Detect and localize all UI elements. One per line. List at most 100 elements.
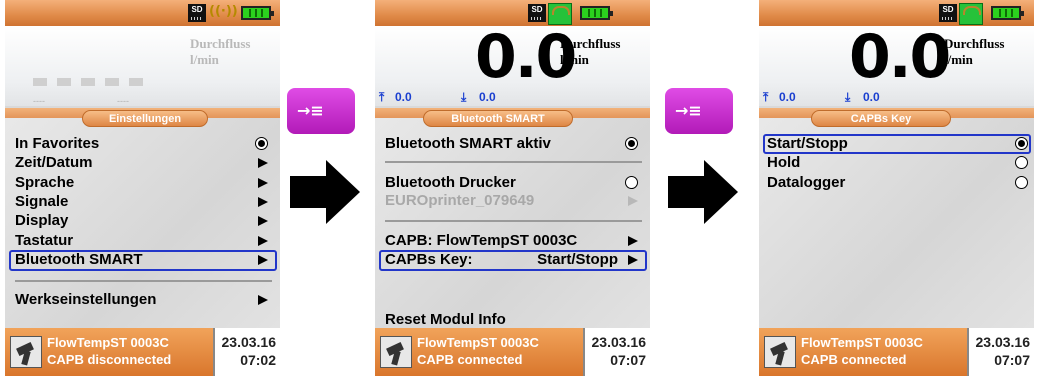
footer-bar: FlowTempST 0003C CAPB connected 23.03.16… — [759, 328, 1034, 376]
capbs-key-menu: CAPBs Key Start/Stopp Hold Datalogger — [759, 108, 1034, 328]
footer-bar: FlowTempST 0003C CAPB disconnected 23.03… — [5, 328, 280, 376]
device-probe-icon — [10, 336, 42, 368]
connection-status: CAPB disconnected — [47, 352, 172, 367]
radio-button[interactable] — [625, 137, 638, 150]
menu-item-printer-name: EUROprinter_079649 — [385, 192, 638, 211]
arrow-down-icon: ⤓ — [845, 90, 851, 104]
measurement-unit: l/min — [944, 52, 973, 67]
screen-bluetooth-smart: SD 0.0 Durchfluss l/min ⤒ 0.0 ⤓ 0.0 Blue… — [375, 0, 650, 376]
menu-item-label: In Favorites — [15, 135, 100, 152]
chevron-right-icon — [258, 178, 268, 188]
min-value: 0.0 — [863, 90, 880, 104]
enter-button[interactable]: →≡ — [287, 88, 355, 134]
radio-button[interactable] — [255, 137, 268, 150]
date: 23.03.16 — [591, 334, 647, 350]
max-value: 0.0 — [779, 90, 796, 104]
connection-status: CAPB connected — [417, 352, 523, 367]
divider — [15, 280, 272, 282]
radio-button[interactable] — [1015, 156, 1028, 169]
measurement-panel: 0.0 Durchfluss l/min ⤒ 0.0 ⤓ 0.0 — [759, 22, 1034, 106]
arrow-down-icon: ⤓ — [461, 90, 467, 104]
device-name: FlowTempST 0003C — [801, 335, 923, 350]
menu-item-signale[interactable]: Signale — [15, 193, 268, 212]
screen-settings: SD ((·)) Durchfluss l/min ---- ---- Eins… — [5, 0, 280, 376]
max-value: 0.0 — [395, 90, 412, 104]
footer-bar: FlowTempST 0003C CAPB connected 23.03.16… — [375, 328, 650, 376]
menu-title: Einstellungen — [82, 110, 208, 127]
chevron-right-icon — [258, 236, 268, 246]
chevron-right-icon — [258, 158, 268, 168]
date-time-box: 23.03.16 07:07 — [967, 328, 1034, 376]
menu-item-sprache[interactable]: Sprache — [15, 174, 268, 193]
menu-item-werkseinstellungen[interactable]: Werkseinstellungen — [15, 291, 268, 310]
divider — [385, 220, 642, 222]
bluetooth-searching-icon: ((·)) — [209, 4, 238, 19]
chevron-right-icon — [258, 295, 268, 305]
date: 23.03.16 — [221, 334, 277, 350]
chevron-right-icon — [258, 197, 268, 207]
transition-arrow-icon — [668, 160, 738, 224]
arrow-up-icon: ⤒ — [379, 90, 385, 104]
bluetooth-menu: Bluetooth SMART Bluetooth SMART aktiv Bl… — [375, 108, 650, 328]
menu-item-label: Reset Modul Info — [385, 311, 506, 328]
menu-item-label: CAPB: FlowTempST 0003C — [385, 232, 578, 249]
device-probe-icon — [380, 336, 412, 368]
time: 07:02 — [240, 352, 276, 368]
measurement-label: Durchfluss — [190, 36, 251, 51]
device-probe-icon — [764, 336, 796, 368]
menu-title: Bluetooth SMART — [423, 110, 573, 127]
menu-item-display[interactable]: Display — [15, 212, 268, 231]
measurement-panel: 0.0 Durchfluss l/min ⤒ 0.0 ⤓ 0.0 — [375, 22, 650, 106]
min-placeholder: ---- — [33, 96, 45, 106]
selection-highlight — [379, 250, 647, 271]
measurement-value: 0.0 — [849, 22, 951, 92]
arrow-up-icon: ⤒ — [763, 90, 769, 104]
max-placeholder: ---- — [117, 96, 129, 106]
time: 07:07 — [610, 352, 646, 368]
device-name: FlowTempST 0003C — [47, 335, 169, 350]
battery-icon — [580, 6, 613, 20]
screen-capbs-key: SD 0.0 Durchfluss l/min ⤒ 0.0 ⤓ 0.0 CAPB… — [759, 0, 1034, 376]
chevron-right-icon — [258, 216, 268, 226]
status-bar: SD ((·)) — [5, 0, 280, 26]
measurement-unit: l/min — [190, 52, 219, 67]
menu-item-label: Werkseinstellungen — [15, 291, 157, 308]
enter-button[interactable]: →≡ — [665, 88, 733, 134]
menu-item-capb[interactable]: CAPB: FlowTempST 0003C — [385, 232, 638, 251]
option-label: Datalogger — [767, 174, 846, 191]
transition-arrow-icon — [290, 160, 360, 224]
menu-item-in-favorites[interactable]: In Favorites — [15, 135, 268, 154]
bluetooth-connected-icon — [959, 3, 983, 25]
min-value: 0.0 — [479, 90, 496, 104]
radio-button[interactable] — [1015, 176, 1028, 189]
enter-list-icon: →≡ — [675, 101, 702, 120]
option-hold[interactable]: Hold — [767, 154, 1028, 173]
menu-item-label: Signale — [15, 193, 69, 210]
menu-item-bluetooth-smart-aktiv[interactable]: Bluetooth SMART aktiv — [385, 135, 638, 154]
sd-card-icon: SD — [939, 4, 957, 22]
battery-icon — [991, 6, 1024, 20]
chevron-right-icon — [628, 196, 638, 206]
sd-card-icon: SD — [188, 4, 206, 22]
value-placeholder — [33, 78, 143, 86]
radio-button[interactable] — [625, 176, 638, 189]
option-datalogger[interactable]: Datalogger — [767, 174, 1028, 193]
menu-item-label: Tastatur — [15, 232, 74, 249]
menu-item-tastatur[interactable]: Tastatur — [15, 232, 268, 251]
menu-item-zeit-datum[interactable]: Zeit/Datum — [15, 154, 268, 173]
menu-item-bluetooth-drucker[interactable]: Bluetooth Drucker — [385, 174, 638, 193]
selection-highlight — [763, 134, 1031, 154]
menu-item-label: Bluetooth Drucker — [385, 174, 516, 191]
measurement-label: Durchfluss — [944, 36, 1005, 51]
divider — [385, 161, 642, 163]
settings-menu: Einstellungen In Favorites Zeit/Datum Sp… — [5, 108, 280, 328]
time: 07:07 — [994, 352, 1030, 368]
measurement-unit: l/min — [560, 52, 589, 67]
date: 23.03.16 — [975, 334, 1031, 350]
menu-item-label: Display — [15, 212, 69, 229]
menu-item-label: Bluetooth SMART aktiv — [385, 135, 551, 152]
connection-status: CAPB connected — [801, 352, 907, 367]
measurement-label: Durchfluss — [560, 36, 621, 51]
menu-item-label: Sprache — [15, 174, 75, 191]
menu-item-label: EUROprinter_079649 — [385, 192, 535, 209]
